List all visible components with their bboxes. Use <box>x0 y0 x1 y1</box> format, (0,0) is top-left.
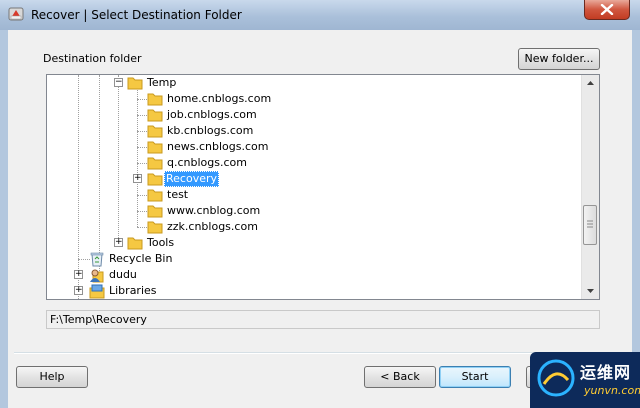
folder-icon <box>127 237 143 250</box>
tree-item-label: Libraries <box>109 284 157 297</box>
tree-item-label: test <box>167 188 189 201</box>
tree-item-label: kb.cnblogs.com <box>167 124 254 137</box>
tree-item[interactable]: job.cnblogs.com <box>47 107 567 123</box>
collapse-toggle-icon[interactable]: − <box>114 78 123 87</box>
dialog-window: Recover | Select Destination Folder Dest… <box>0 0 640 408</box>
tree-item-label: news.cnblogs.com <box>167 140 269 153</box>
recycle-bin-icon <box>90 252 104 267</box>
title-bar[interactable]: Recover | Select Destination Folder <box>0 0 640 30</box>
tree-item-label: home.cnblogs.com <box>167 92 272 105</box>
folder-icon <box>147 157 163 170</box>
tree-item-label: job.cnblogs.com <box>167 108 257 121</box>
window-frame-left <box>0 30 8 408</box>
folder-icon <box>147 141 163 154</box>
tree-item-label: q.cnblogs.com <box>167 156 247 169</box>
tree-item-label: Tools <box>147 236 175 249</box>
start-button[interactable]: Start <box>439 366 511 388</box>
tree-item-recovery-selected[interactable]: + Recovery <box>47 171 567 187</box>
expand-toggle-icon[interactable]: + <box>114 238 123 247</box>
close-icon <box>600 4 614 15</box>
tree-item[interactable]: news.cnblogs.com <box>47 139 567 155</box>
window-title: Recover | Select Destination Folder <box>31 8 242 22</box>
new-folder-button[interactable]: New folder... <box>518 48 600 70</box>
folder-icon <box>147 173 163 186</box>
tree-item[interactable]: zzk.cnblogs.com <box>47 219 567 235</box>
tree-item-tools[interactable]: + Tools <box>47 235 567 251</box>
expand-toggle-icon[interactable]: + <box>74 286 83 295</box>
help-button[interactable]: Help <box>16 366 88 388</box>
selected-path-field: F:\Temp\Recovery <box>46 310 600 329</box>
tree-item-dudu[interactable]: + dudu <box>47 267 567 283</box>
tree-item-label: www.cnblog.com <box>167 204 261 217</box>
watermark-text-cn: 运维网 <box>580 363 632 382</box>
back-button[interactable]: < Back <box>364 366 436 388</box>
folder-tree[interactable]: − Temp home.cnblogs.com job.cnblogs.com … <box>46 74 600 300</box>
close-button[interactable] <box>584 0 630 20</box>
scroll-up-button[interactable] <box>582 75 599 92</box>
tree-item-temp[interactable]: − Temp <box>47 75 567 91</box>
expand-toggle-icon[interactable]: + <box>133 174 142 183</box>
user-folder-icon <box>90 269 104 283</box>
tree-item-label: zzk.cnblogs.com <box>167 220 258 233</box>
tree-item-label: Recovery <box>164 171 220 187</box>
tree-item[interactable]: home.cnblogs.com <box>47 91 567 107</box>
logo-emblem-icon <box>537 359 575 397</box>
scroll-thumb[interactable] <box>583 205 597 245</box>
tree-item-label: Temp <box>147 76 177 89</box>
tree-item[interactable]: www.cnblog.com <box>47 203 567 219</box>
destination-folder-label: Destination folder <box>43 52 142 65</box>
folder-icon <box>147 125 163 138</box>
folder-icon <box>127 77 143 90</box>
libraries-icon <box>89 284 105 299</box>
watermark-text-en: yunvn.com <box>584 384 640 397</box>
tree-item[interactable]: test <box>47 187 567 203</box>
folder-icon <box>147 109 163 122</box>
grip-icon <box>587 220 593 228</box>
folder-icon <box>147 93 163 106</box>
tree-item-libraries[interactable]: + Libraries <box>47 283 567 299</box>
arrow-up-icon <box>587 81 594 85</box>
tree-scrollbar[interactable] <box>581 75 599 299</box>
folder-icon <box>147 205 163 218</box>
tree-item[interactable]: q.cnblogs.com <box>47 155 567 171</box>
tree-item-recycle-bin[interactable]: Recycle Bin <box>47 251 567 267</box>
folder-icon <box>147 221 163 234</box>
folder-icon <box>147 189 163 202</box>
tree-item[interactable]: kb.cnblogs.com <box>47 123 567 139</box>
tree-item-label: dudu <box>109 268 137 281</box>
watermark-logo: 运维网 yunvn.com <box>530 352 640 408</box>
expand-toggle-icon[interactable]: + <box>74 270 83 279</box>
arrow-down-icon <box>587 289 594 293</box>
tree-item-label: Recycle Bin <box>109 252 173 265</box>
scroll-down-button[interactable] <box>582 282 599 299</box>
recover-app-icon <box>8 7 24 21</box>
